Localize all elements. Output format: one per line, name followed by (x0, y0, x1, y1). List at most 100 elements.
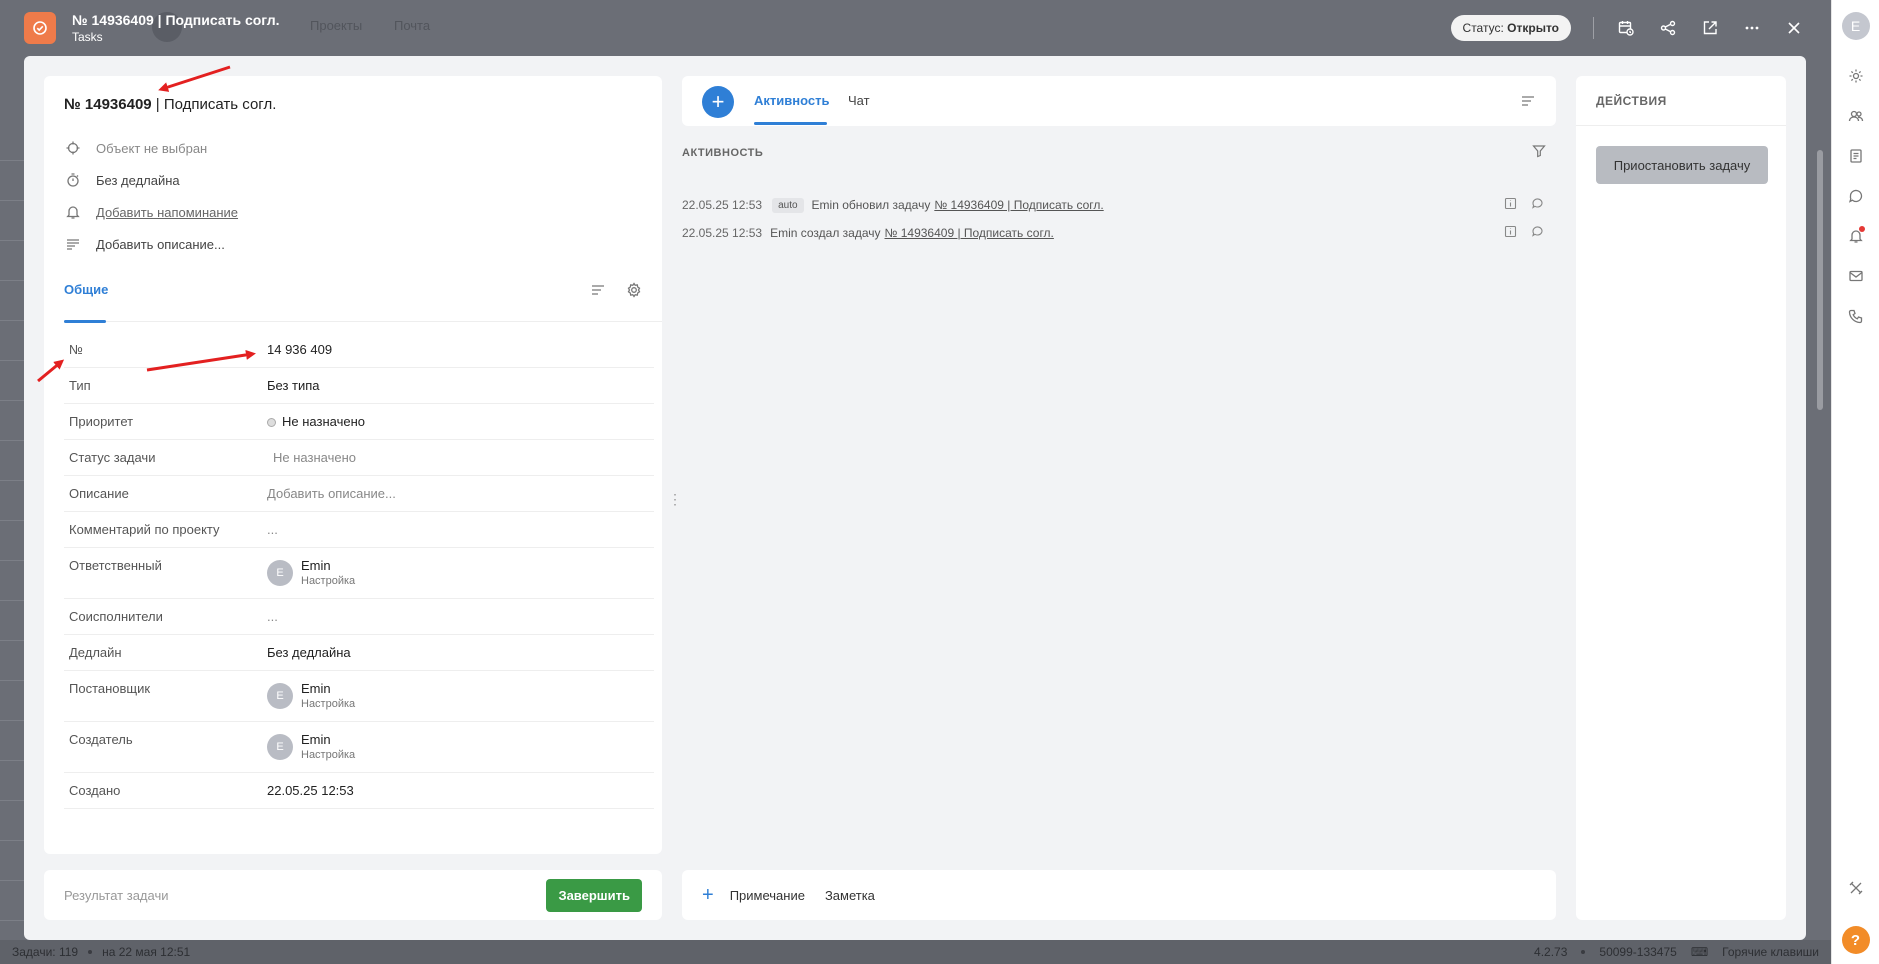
field-label: Ответственный (69, 558, 162, 573)
hotkeys-link[interactable]: Горячие клавиши (1722, 945, 1819, 959)
memo-button[interactable]: Заметка (825, 888, 875, 903)
priority-dot-icon (267, 418, 276, 428)
text-lines-icon (64, 235, 82, 253)
person-role: Настройка (301, 698, 356, 710)
tab-active-indicator (754, 122, 827, 125)
add-button[interactable]: + (702, 86, 734, 118)
note-button[interactable]: Примечание (730, 888, 805, 903)
avatar: E (267, 560, 293, 586)
field-label: Тип (69, 378, 91, 393)
person-role: Настройка (301, 749, 356, 761)
field-row-project-comment[interactable]: Комментарий по проекту ... (64, 512, 654, 548)
field-value: 22.05.25 12:53 (267, 783, 354, 798)
deadline-label: Без дедлайна (96, 172, 180, 188)
field-value: Не назначено (273, 450, 356, 465)
person-role: Настройка (301, 575, 356, 587)
field-label: Статус задачи (69, 450, 156, 465)
field-row-coexecutors[interactable]: Соисполнители ... (64, 599, 654, 635)
field-label: Комментарий по проекту (69, 522, 220, 537)
field-value: Без дедлайна (267, 645, 351, 660)
status-pill[interactable]: Статус: Открыто (1450, 15, 1571, 41)
details-tabs: Общие (64, 282, 662, 323)
field-row-author[interactable]: Постановщик E Emin Настройка (64, 671, 654, 722)
tab-activity[interactable]: Активность (754, 93, 829, 108)
users-icon[interactable] (1846, 106, 1866, 126)
task-modal: № 14936409 | Подписать согл. Объект не в… (24, 56, 1806, 940)
task-result-input[interactable]: Результат задачи (64, 888, 169, 903)
field-row-assignee[interactable]: Ответственный E Emin Настройка (64, 548, 654, 599)
stopwatch-icon (64, 171, 82, 189)
add-reminder-link[interactable]: Добавить напоминание (64, 196, 238, 228)
pause-task-button[interactable]: Приостановить задачу (1596, 146, 1768, 184)
gear-icon[interactable] (626, 282, 642, 301)
window-title: № 14936409 | Подписать согл. (72, 12, 280, 28)
activity-item: 22.05.25 12:53 auto Emin обновил задачу … (682, 191, 1556, 219)
panel-resize-handle[interactable]: ⋮ (668, 491, 682, 508)
avatar: E (267, 734, 293, 760)
field-label: Дедлайн (69, 645, 122, 660)
person-name: Emin (301, 681, 331, 696)
object-selector[interactable]: Объект не выбран (64, 132, 238, 164)
settings-icon[interactable] (1846, 66, 1866, 86)
calendar-timer-icon[interactable] (1616, 18, 1636, 38)
activity-tabs-bar: + Активность Чат (682, 76, 1556, 126)
right-rail: E ? (1831, 0, 1879, 964)
field-label: Создано (69, 783, 121, 798)
window-subtitle: Tasks (72, 30, 103, 44)
field-value: Не назначено (282, 414, 365, 429)
task-title[interactable]: № 14936409 | Подписать согл. (64, 96, 276, 113)
status-bar: Задачи: 119 на 22 мая 12:51 4.2.73 50099… (0, 940, 1831, 964)
lines-menu-icon[interactable] (1520, 93, 1536, 112)
tools-icon[interactable] (1846, 878, 1866, 898)
finish-button[interactable]: Завершить (546, 878, 642, 912)
event-time: 22.05.25 12:53 (682, 198, 763, 212)
task-link[interactable]: № 14936409 | Подписать согл. (885, 226, 1054, 240)
object-label: Объект не выбран (96, 140, 208, 156)
lines-menu-icon[interactable] (590, 282, 606, 301)
field-label: Постановщик (69, 681, 151, 696)
comment-icon[interactable] (1531, 197, 1544, 213)
background-scrollbar[interactable] (1817, 150, 1823, 410)
field-value: Добавить описание... (267, 486, 396, 501)
user-avatar[interactable]: E (1841, 12, 1870, 40)
info-icon[interactable] (1504, 225, 1517, 241)
add-description-link[interactable]: Добавить описание... (64, 228, 238, 260)
event-time: 22.05.25 12:53 (682, 226, 763, 240)
event-text: Emin создал задачу (770, 226, 881, 240)
field-label: Приоритет (69, 414, 134, 429)
modal-title-bar: № 14936409 | Подписать согл. Tasks Стату… (24, 0, 1804, 56)
bell-icon[interactable] (1846, 226, 1866, 246)
deadline-selector[interactable]: Без дедлайна (64, 164, 238, 196)
chat-icon[interactable] (1846, 186, 1866, 206)
field-label: Создатель (69, 732, 133, 747)
plus-icon[interactable]: + (702, 884, 714, 907)
field-row-type[interactable]: Тип Без типа (64, 368, 654, 404)
status-value: Открыто (1507, 21, 1559, 35)
close-icon[interactable] (1784, 18, 1804, 38)
tasks-app-icon (24, 12, 56, 44)
document-icon[interactable] (1846, 146, 1866, 166)
task-link[interactable]: № 14936409 | Подписать согл. (934, 198, 1103, 212)
more-icon[interactable] (1742, 18, 1762, 38)
mail-icon[interactable] (1846, 266, 1866, 286)
help-icon[interactable]: ? (1841, 926, 1870, 954)
field-row-deadline[interactable]: Дедлайн Без дедлайна (64, 635, 654, 671)
tab-general[interactable]: Общие (64, 282, 108, 297)
info-icon[interactable] (1504, 197, 1517, 213)
person-name: Emin (301, 558, 331, 573)
share-icon[interactable] (1658, 18, 1678, 38)
avatar: E (267, 683, 293, 709)
field-row-task-status[interactable]: Статус задачи Не назначено (64, 440, 654, 476)
tab-chat[interactable]: Чат (848, 93, 870, 108)
field-row-description[interactable]: Описание Добавить описание... (64, 476, 654, 512)
keyboard-icon: ⌨ (1690, 945, 1709, 959)
field-value: 14 936 409 (267, 342, 333, 357)
filter-icon[interactable] (1532, 144, 1546, 161)
field-value: ... (267, 522, 278, 537)
comment-icon[interactable] (1531, 225, 1544, 241)
field-row-priority[interactable]: Приоритет Не назначено (64, 404, 654, 440)
actions-title: ДЕЙСТВИЯ (1576, 76, 1786, 126)
field-row-creator: Создатель E Emin Настройка (64, 722, 654, 773)
open-external-icon[interactable] (1700, 18, 1720, 38)
phone-icon[interactable] (1846, 306, 1866, 326)
